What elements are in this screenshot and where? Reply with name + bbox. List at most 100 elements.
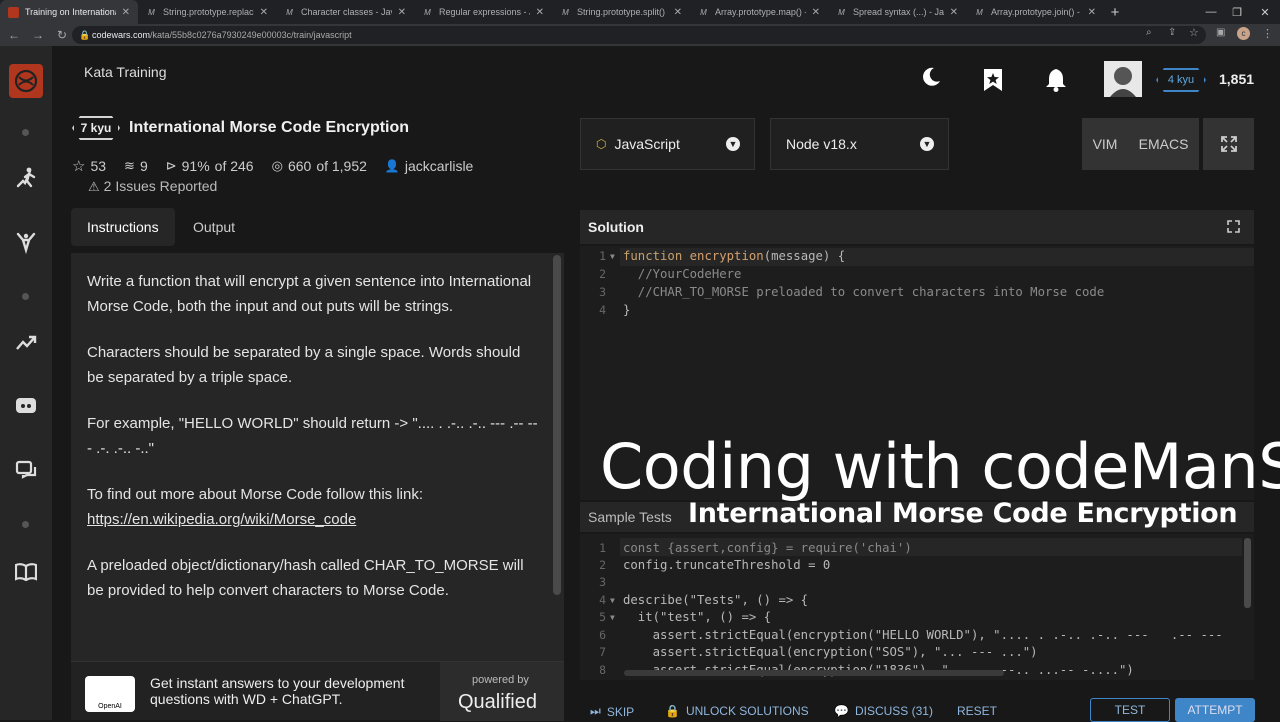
emacs-mode-button[interactable]: EMACS <box>1139 136 1189 152</box>
user-icon: 👤 <box>384 159 400 173</box>
author-link[interactable]: 👤 jackcarlisle <box>385 158 473 174</box>
close-icon[interactable]: ✕ <box>398 7 406 18</box>
tests-hscrollbar[interactable] <box>624 670 1004 676</box>
fullscreen-icon[interactable] <box>1203 118 1254 170</box>
browser-tab[interactable]: Training on International M✕ <box>0 0 138 24</box>
honor-score: 1,851 <box>1219 71 1255 87</box>
zoom-icon[interactable]: ⌕ <box>1146 27 1152 38</box>
sidepanel-icon[interactable]: ▣ <box>1216 27 1225 38</box>
test-button[interactable]: TEST <box>1090 698 1170 722</box>
target-icon: ◎ <box>271 158 283 173</box>
docs-book-icon[interactable] <box>10 556 42 588</box>
avatar[interactable] <box>1104 61 1142 97</box>
tests-scrollbar[interactable] <box>1244 538 1251 608</box>
codewars-logo-icon[interactable] <box>9 64 43 98</box>
minimize-icon[interactable]: — <box>1198 0 1224 24</box>
discord-icon[interactable] <box>10 390 42 422</box>
close-icon[interactable]: ✕ <box>122 7 130 18</box>
kyu-badge: 7 kyu <box>72 116 120 140</box>
skip-button[interactable]: ⏭ SKIP <box>590 704 634 719</box>
tests-editor[interactable]: 1 const {assert,config} = require('chai'… <box>580 534 1254 680</box>
qualified-brand[interactable]: powered by Qualified <box>440 662 564 721</box>
leaderboard-icon[interactable] <box>10 327 42 359</box>
close-icon[interactable]: ✕ <box>674 7 682 18</box>
code-line: assert.strictEqual(encryption("HELLO WOR… <box>623 628 1223 642</box>
close-icon[interactable]: ✕ <box>812 7 820 18</box>
completed-stat: ◎ 660 of 1,952 <box>271 158 367 174</box>
back-icon[interactable]: ← <box>4 25 24 45</box>
kata-stats: ☆ 53 ≋ 9 ⊳ 91% of 246 ◎ 660 of 1,952 👤 jackcarl… <box>72 156 473 176</box>
top-bar: Kata Training 4 kyu 1,851 <box>52 46 1280 116</box>
description-tabs: Instructions Output <box>71 208 564 246</box>
share-icon[interactable]: ⇪ <box>1168 27 1176 38</box>
browser-tab[interactable]: MArray.prototype.map() - Jav✕ <box>690 0 828 24</box>
bookmark-icon[interactable] <box>982 68 1004 97</box>
browser-tab[interactable]: MRegular expressions - Javas✕ <box>414 0 552 24</box>
fold-arrow-icon[interactable]: ▼ <box>610 596 615 605</box>
practice-icon[interactable] <box>10 226 42 258</box>
language-select[interactable]: ⬡ JavaScript ▼ <box>580 118 755 170</box>
code-line: function encryption(message) { <box>623 249 846 263</box>
profile-icon[interactable]: c <box>1237 27 1250 40</box>
url-field[interactable]: 🔒 codewars.com/kata/55b8c0276a7930249e00… <box>72 26 1206 44</box>
window-close-icon[interactable]: ✕ <box>1252 0 1278 24</box>
forward-icon[interactable]: → <box>28 25 48 45</box>
morse-wiki-link[interactable]: https://en.wikipedia.org/wiki/Morse_code <box>87 511 356 528</box>
vim-mode-button[interactable]: VIM <box>1093 136 1118 152</box>
code-line: //CHAR_TO_MORSE preloaded to convert cha… <box>623 285 1105 299</box>
close-icon[interactable]: ✕ <box>260 7 268 18</box>
skip-icon: ⏭ <box>590 704 601 718</box>
chevron-down-icon: ▼ <box>726 137 740 151</box>
menu-icon[interactable]: ⋮ <box>1262 27 1273 40</box>
mdn-favicon-icon: M <box>976 7 983 17</box>
discuss-button[interactable]: 💬 DISCUSS (31) <box>834 704 933 718</box>
browser-tab[interactable]: MSpread syntax (...) - JavaScr✕ <box>828 0 966 24</box>
chat-icon[interactable] <box>10 454 42 486</box>
mdn-favicon-icon: M <box>562 7 569 17</box>
instructions-paragraph: To find out more about Morse Code follow… <box>87 486 423 528</box>
solution-header: Solution <box>580 210 1254 244</box>
lock-icon: 🔒 <box>79 29 91 40</box>
address-bar-row: ← → ↻ 🔒 codewars.com/kata/55b8c0276a7930… <box>0 24 1280 46</box>
divider-dot <box>22 521 29 528</box>
watermark-title: Coding with codeManS <box>600 430 1280 503</box>
close-icon[interactable]: ✕ <box>1088 7 1096 18</box>
expand-icon[interactable] <box>1227 220 1240 236</box>
chatgpt-promo[interactable]: OpenAI Get instant answers to your devel… <box>71 661 564 721</box>
code-line: //YourCodeHere <box>623 267 742 281</box>
code-line: const {assert,config} = require('chai') <box>623 541 912 555</box>
close-icon[interactable]: ✕ <box>536 7 544 18</box>
close-icon[interactable]: ✕ <box>950 7 958 18</box>
fold-arrow-icon[interactable]: ▼ <box>610 613 615 622</box>
mdn-favicon-icon: M <box>286 7 293 17</box>
browser-tab[interactable]: MCharacter classes - JavaScr✕ <box>276 0 414 24</box>
maximize-icon[interactable]: ❐ <box>1224 0 1250 24</box>
fold-arrow-icon[interactable]: ▼ <box>610 252 615 261</box>
dark-mode-icon[interactable] <box>920 66 942 93</box>
instructions-panel: Write a function that will encrypt a giv… <box>71 253 564 661</box>
instructions-scrollbar[interactable] <box>553 255 561 595</box>
unlock-solutions-button[interactable]: 🔒 UNLOCK SOLUTIONS <box>665 704 809 718</box>
runtime-select[interactable]: Node v18.x ▼ <box>770 118 949 170</box>
new-tab-icon[interactable]: + <box>1104 0 1126 24</box>
bookmark-star-icon[interactable]: ☆ <box>1189 26 1199 39</box>
notifications-bell-icon[interactable] <box>1045 68 1067 97</box>
browser-tab[interactable]: MString.prototype.replace() - J✕ <box>138 0 276 24</box>
browser-tab[interactable]: MString.prototype.split() - Ja✕ <box>552 0 690 24</box>
reset-button[interactable]: RESET <box>957 704 997 718</box>
train-icon[interactable] <box>10 162 42 194</box>
lock-icon: 🔒 <box>665 704 680 718</box>
instructions-paragraph: Write a function that will encrypt a giv… <box>87 273 532 315</box>
browser-tab[interactable]: MArray.prototype.join() - Jav✕ <box>966 0 1104 24</box>
left-sidebar <box>0 46 52 720</box>
issues-link[interactable]: ⚠ 2 Issues Reported <box>88 178 217 195</box>
tab-output[interactable]: Output <box>177 208 251 246</box>
instructions-paragraph: A preloaded object/dictionary/hash calle… <box>87 557 524 599</box>
collections-stat[interactable]: ≋ 9 <box>124 158 148 174</box>
tab-instructions[interactable]: Instructions <box>71 208 175 246</box>
star-icon: ☆ <box>72 158 86 175</box>
satisfaction-stat: ⊳ 91% of 246 <box>165 158 254 174</box>
reload-icon[interactable]: ↻ <box>52 25 72 45</box>
attempt-button[interactable]: ATTEMPT <box>1175 698 1255 722</box>
stars-stat[interactable]: ☆ 53 <box>72 157 106 175</box>
